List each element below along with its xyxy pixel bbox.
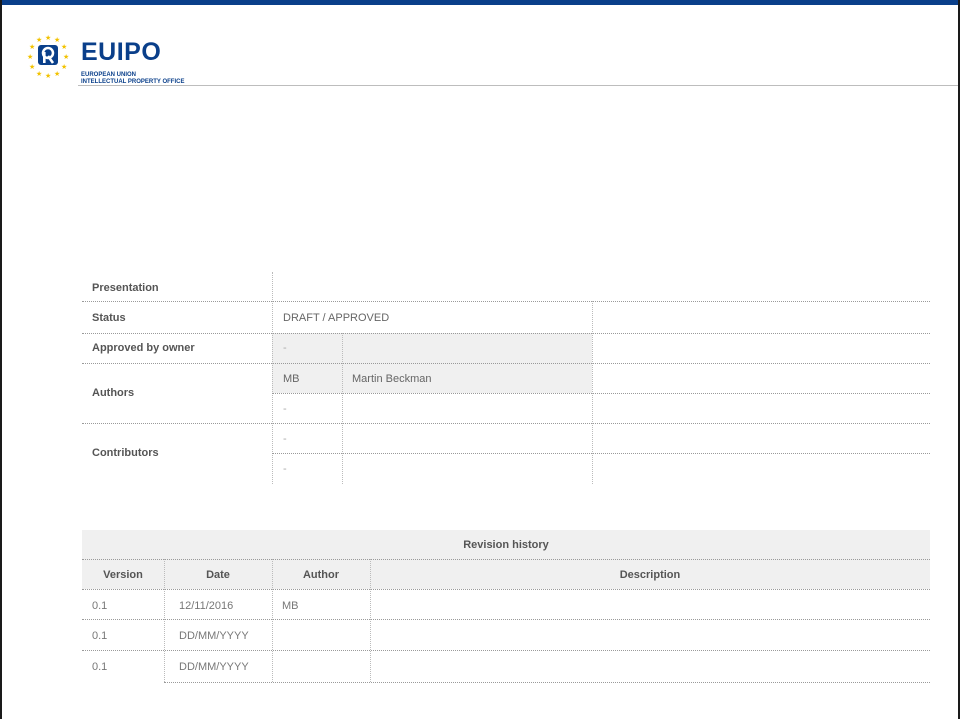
presentation-label: Presentation: [92, 282, 159, 294]
revision-history-title: Revision history: [463, 539, 549, 551]
row-divider: [82, 589, 930, 590]
svg-text:★: ★: [63, 53, 69, 61]
svg-text:★: ★: [61, 63, 67, 71]
row-divider: [82, 363, 930, 364]
row-divider: [82, 301, 930, 302]
approved-by-owner-value: -: [283, 342, 287, 354]
column-header-date: Date: [206, 569, 230, 581]
column-divider: [342, 333, 343, 484]
svg-text:★: ★: [36, 70, 42, 78]
revision-date-cell: DD/MM/YYYY: [179, 661, 249, 673]
frame-left-edge: [0, 0, 2, 719]
row-divider: [272, 453, 930, 454]
svg-text:★: ★: [54, 36, 60, 44]
author-name: Martin Beckman: [352, 373, 432, 385]
svg-text:★: ★: [36, 36, 42, 44]
revision-date-cell: DD/MM/YYYY: [179, 630, 249, 642]
row-divider: [82, 423, 930, 424]
logo-wordmark: EUIPO: [81, 38, 162, 66]
column-header-description: Description: [619, 569, 681, 581]
svg-text:★: ★: [29, 43, 35, 51]
row-divider: [272, 393, 930, 394]
column-header-author: Author: [302, 569, 340, 581]
header-divider: [78, 85, 958, 86]
row-divider: [82, 650, 930, 651]
svg-text:★: ★: [45, 34, 51, 42]
contributor-initials: -: [283, 463, 287, 475]
svg-text:★: ★: [27, 53, 33, 61]
revision-version-cell: 0.1: [92, 630, 108, 642]
euipo-logo: ★ ★ ★ ★ ★ ★ ★ ★ ★ ★ ★ ★ EUIPO EUROPEAN U…: [24, 32, 224, 85]
svg-text:★: ★: [29, 63, 35, 71]
eu-stars-emblem-icon: ★ ★ ★ ★ ★ ★ ★ ★ ★ ★ ★ ★: [27, 34, 69, 80]
revision-version-cell: 0.1: [92, 600, 108, 612]
revision-author-cell: MB: [282, 600, 299, 612]
status-label: Status: [92, 312, 126, 324]
document-info-table: Presentation Status DRAFT / APPROVED App…: [82, 272, 930, 484]
column-header-version: Version: [103, 569, 143, 581]
svg-text:★: ★: [61, 43, 67, 51]
contributors-label: Contributors: [92, 447, 159, 459]
row-divider: [82, 333, 930, 334]
svg-text:★: ★: [45, 72, 51, 80]
revision-date-cell: 12/11/2016: [179, 600, 234, 612]
status-value: DRAFT / APPROVED: [283, 312, 390, 324]
row-divider: [82, 619, 930, 620]
logo-subtitle-line1: EUROPEAN UNION: [81, 72, 137, 78]
row-divider: [82, 559, 930, 560]
approved-by-owner-label: Approved by owner: [92, 342, 195, 354]
contributor-initials: -: [283, 433, 287, 445]
author-initials: MB: [283, 373, 300, 385]
logo-subtitle: EUROPEAN UNION INTELLECTUAL PROPERTY OFF…: [81, 72, 221, 86]
revision-version-cell: 0.1: [92, 661, 108, 673]
svg-text:★: ★: [54, 70, 60, 78]
author-initials: -: [283, 403, 287, 415]
top-accent-bar: [0, 0, 960, 5]
authors-label: Authors: [92, 387, 135, 399]
row-divider: [164, 682, 930, 683]
revision-history-table: Revision history Version Date Author Des…: [82, 530, 930, 683]
